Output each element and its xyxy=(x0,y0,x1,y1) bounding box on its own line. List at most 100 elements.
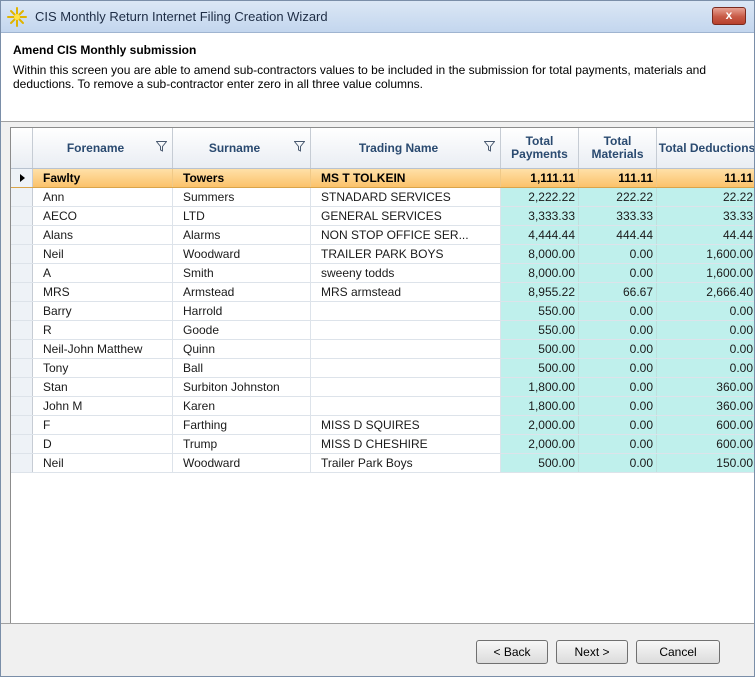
cell-total-payments[interactable]: 2,000.00 xyxy=(501,416,579,434)
cell-forename[interactable]: D xyxy=(33,435,173,453)
row-selector[interactable] xyxy=(11,188,33,206)
row-selector[interactable] xyxy=(11,435,33,453)
row-selector[interactable] xyxy=(11,169,33,187)
cell-surname[interactable]: Towers xyxy=(173,169,311,187)
close-button[interactable]: x xyxy=(712,7,746,25)
subcontractor-grid[interactable]: Forename Surname Trading Name Total Paym… xyxy=(10,127,754,624)
row-selector[interactable] xyxy=(11,302,33,320)
cell-total-materials[interactable]: 0.00 xyxy=(579,340,657,358)
cell-total-materials[interactable]: 0.00 xyxy=(579,245,657,263)
cell-forename[interactable]: AECO xyxy=(33,207,173,225)
cell-trading-name[interactable] xyxy=(311,302,501,320)
cell-total-payments[interactable]: 8,000.00 xyxy=(501,264,579,282)
cell-total-deductions[interactable]: 360.00 xyxy=(657,397,754,415)
cell-total-deductions[interactable]: 11.11 xyxy=(657,169,754,187)
cell-total-payments[interactable]: 500.00 xyxy=(501,340,579,358)
cell-surname[interactable]: Karen xyxy=(173,397,311,415)
cell-trading-name[interactable]: NON STOP OFFICE SER... xyxy=(311,226,501,244)
cell-total-materials[interactable]: 66.67 xyxy=(579,283,657,301)
table-row[interactable]: Neil Woodward Trailer Park Boys 500.00 0.00 1… xyxy=(11,454,754,473)
row-selector[interactable] xyxy=(11,416,33,434)
table-row[interactable]: John M Karen 1,800.00 0.00 360.00 xyxy=(11,397,754,416)
cancel-button[interactable]: Cancel xyxy=(636,640,720,664)
cell-trading-name[interactable]: GENERAL SERVICES xyxy=(311,207,501,225)
cell-total-payments[interactable]: 3,333.33 xyxy=(501,207,579,225)
cell-surname[interactable]: Woodward xyxy=(173,245,311,263)
column-header-total-materials[interactable]: Total Materials xyxy=(579,128,657,168)
cell-forename[interactable]: Neil-John Matthew xyxy=(33,340,173,358)
cell-total-deductions[interactable]: 0.00 xyxy=(657,340,754,358)
cell-forename[interactable]: Stan xyxy=(33,378,173,396)
table-row[interactable]: AECO LTD GENERAL SERVICES 3,333.33 333.33 33.… xyxy=(11,207,754,226)
cell-total-payments[interactable]: 1,111.11 xyxy=(501,169,579,187)
cell-surname[interactable]: Harrold xyxy=(173,302,311,320)
cell-forename[interactable]: MRS xyxy=(33,283,173,301)
table-row[interactable]: Fawlty Towers MS T TOLKEIN 1,111.11 111.11 11… xyxy=(11,169,754,188)
cell-forename[interactable]: Ann xyxy=(33,188,173,206)
column-header-total-payments[interactable]: Total Payments xyxy=(501,128,579,168)
cell-surname[interactable]: Surbiton Johnston xyxy=(173,378,311,396)
column-header-trading-name[interactable]: Trading Name xyxy=(311,128,501,168)
cell-total-materials[interactable]: 0.00 xyxy=(579,416,657,434)
cell-total-deductions[interactable]: 360.00 xyxy=(657,378,754,396)
table-row[interactable]: D Trump MISS D CHESHIRE 2,000.00 0.00 600.00 xyxy=(11,435,754,454)
cell-total-materials[interactable]: 0.00 xyxy=(579,397,657,415)
row-selector[interactable] xyxy=(11,397,33,415)
cell-surname[interactable]: LTD xyxy=(173,207,311,225)
cell-total-payments[interactable]: 550.00 xyxy=(501,302,579,320)
cell-total-payments[interactable]: 2,000.00 xyxy=(501,435,579,453)
cell-forename[interactable]: Barry xyxy=(33,302,173,320)
cell-total-materials[interactable]: 0.00 xyxy=(579,321,657,339)
row-selector[interactable] xyxy=(11,340,33,358)
cell-total-materials[interactable]: 0.00 xyxy=(579,435,657,453)
cell-trading-name[interactable]: Trailer Park Boys xyxy=(311,454,501,472)
column-header-total-deductions[interactable]: Total Deductions xyxy=(657,128,754,168)
cell-total-materials[interactable]: 0.00 xyxy=(579,378,657,396)
cell-total-materials[interactable]: 333.33 xyxy=(579,207,657,225)
cell-total-deductions[interactable]: 2,666.40 xyxy=(657,283,754,301)
cell-total-payments[interactable]: 500.00 xyxy=(501,359,579,377)
row-selector[interactable] xyxy=(11,359,33,377)
cell-forename[interactable]: Tony xyxy=(33,359,173,377)
row-selector[interactable] xyxy=(11,207,33,225)
cell-total-deductions[interactable]: 600.00 xyxy=(657,416,754,434)
cell-trading-name[interactable]: MS T TOLKEIN xyxy=(311,169,501,187)
cell-surname[interactable]: Trump xyxy=(173,435,311,453)
cell-total-deductions[interactable]: 1,600.00 xyxy=(657,245,754,263)
cell-trading-name[interactable]: MISS D SQUIRES xyxy=(311,416,501,434)
cell-surname[interactable]: Armstead xyxy=(173,283,311,301)
cell-total-materials[interactable]: 444.44 xyxy=(579,226,657,244)
cell-forename[interactable]: Fawlty xyxy=(33,169,173,187)
cell-surname[interactable]: Ball xyxy=(173,359,311,377)
cell-surname[interactable]: Goode xyxy=(173,321,311,339)
cell-trading-name[interactable]: sweeny todds xyxy=(311,264,501,282)
cell-surname[interactable]: Smith xyxy=(173,264,311,282)
table-row[interactable]: A Smith sweeny todds 8,000.00 0.00 1,600.00 xyxy=(11,264,754,283)
cell-forename[interactable]: Alans xyxy=(33,226,173,244)
cell-trading-name[interactable] xyxy=(311,378,501,396)
cell-total-payments[interactable]: 550.00 xyxy=(501,321,579,339)
column-header-surname[interactable]: Surname xyxy=(173,128,311,168)
cell-surname[interactable]: Farthing xyxy=(173,416,311,434)
table-row[interactable]: MRS Armstead MRS armstead 8,955.22 66.67 2,66… xyxy=(11,283,754,302)
cell-total-materials[interactable]: 0.00 xyxy=(579,359,657,377)
cell-total-deductions[interactable]: 600.00 xyxy=(657,435,754,453)
back-button[interactable]: < Back xyxy=(476,640,548,664)
table-row[interactable]: Neil-John Matthew Quinn 500.00 0.00 0.00 xyxy=(11,340,754,359)
cell-total-payments[interactable]: 8,000.00 xyxy=(501,245,579,263)
table-row[interactable]: Alans Alarms NON STOP OFFICE SER... 4,444.4… xyxy=(11,226,754,245)
cell-total-deductions[interactable]: 0.00 xyxy=(657,321,754,339)
cell-trading-name[interactable] xyxy=(311,340,501,358)
table-row[interactable]: Barry Harrold 550.00 0.00 0.00 xyxy=(11,302,754,321)
cell-surname[interactable]: Woodward xyxy=(173,454,311,472)
column-header-forename[interactable]: Forename xyxy=(33,128,173,168)
table-row[interactable]: Tony Ball 500.00 0.00 0.00 xyxy=(11,359,754,378)
row-selector[interactable] xyxy=(11,454,33,472)
cell-trading-name[interactable] xyxy=(311,359,501,377)
cell-total-deductions[interactable]: 150.00 xyxy=(657,454,754,472)
cell-surname[interactable]: Alarms xyxy=(173,226,311,244)
cell-trading-name[interactable]: MISS D CHESHIRE xyxy=(311,435,501,453)
row-selector[interactable] xyxy=(11,378,33,396)
table-row[interactable]: Neil Woodward TRAILER PARK BOYS 8,000.00 0.0… xyxy=(11,245,754,264)
cell-surname[interactable]: Quinn xyxy=(173,340,311,358)
